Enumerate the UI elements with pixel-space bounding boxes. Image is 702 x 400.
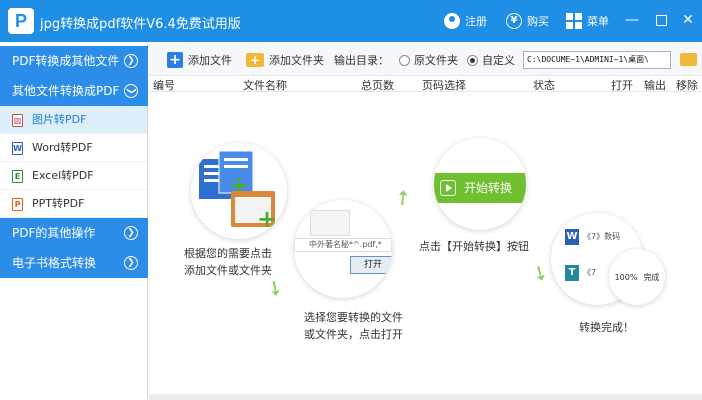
browse-folder-icon[interactable] — [680, 53, 697, 66]
sidebar-item-image-to-pdf[interactable]: ▨ 图片转PDF — [0, 106, 147, 134]
menu-label: 菜单 — [587, 15, 609, 28]
add-file-button[interactable]: + 添加文件 — [167, 50, 232, 70]
grid-menu-icon — [566, 13, 582, 29]
maximize-icon — [655, 14, 667, 26]
step1-illustration: + + — [191, 143, 287, 239]
step4-progress-bubble: 100% 完成 — [609, 249, 665, 305]
step4-caption: 转换完成！ — [579, 321, 634, 334]
title-bar: P jpg转换成pdf软件V6.4免费试用版 注册 ¥ 购买 菜单 — ✕ — [0, 0, 702, 42]
step2-caption-line2: 或文件夹，点击打开 — [304, 328, 403, 341]
text-file-icon: T — [565, 265, 579, 281]
add-folder-icon: + — [246, 53, 264, 67]
arrow-down-right-icon: ➘ — [527, 258, 554, 288]
app-title: jpg转换成pdf软件V6.4免费试用版 — [40, 17, 241, 32]
image-file-icon: ▨ — [12, 114, 23, 127]
sidebar-item-label: PPT转PDF — [32, 197, 85, 210]
buy-button[interactable]: ¥ 购买 — [506, 11, 549, 31]
col-filename: 文件名称 — [243, 79, 287, 92]
output-path-input[interactable]: C:\DOCUME~1\ADMINI~1\桌面\ — [523, 51, 671, 69]
user-icon — [444, 13, 460, 29]
word-file-icon: W — [12, 142, 23, 155]
sidebar-item-label: Excel转PDF — [32, 169, 94, 182]
sidebar-category-other-to-pdf[interactable]: 其他文件转换成PDF ❯ — [0, 76, 148, 106]
step1-caption-line2: 添加文件或文件夹 — [184, 264, 272, 277]
step4-done: 完成 — [643, 272, 660, 282]
sidebar-item-ppt-to-pdf[interactable]: P PPT转PDF — [0, 190, 147, 218]
col-number: 编号 — [153, 79, 175, 92]
arrow-up-right-icon: ➚ — [388, 182, 417, 212]
register-button[interactable]: 注册 — [444, 11, 487, 31]
menu-button[interactable]: 菜单 — [566, 11, 609, 31]
step3-start-button: 开始转换 — [434, 173, 526, 203]
add-folder-button[interactable]: + 添加文件夹 — [246, 50, 324, 70]
register-label: 注册 — [465, 15, 487, 28]
sidebar-item-excel-to-pdf[interactable]: E Excel转PDF — [0, 162, 147, 190]
col-open: 打开 — [611, 79, 633, 92]
col-page-select: 页码选择 — [422, 79, 466, 92]
radio-original-folder[interactable]: 原文件夹 — [399, 50, 458, 70]
minimize-button[interactable]: — — [622, 10, 642, 30]
col-total-pages: 总页数 — [361, 79, 394, 92]
buy-label: 购买 — [527, 15, 549, 28]
sidebar-category-ebook[interactable]: 电子书格式转换 ❯ — [0, 248, 148, 278]
add-folder-label: 添加文件夹 — [269, 54, 324, 67]
file-table-header: 编号 文件名称 总页数 页码选择 状态 打开 输出 移除 — [149, 76, 702, 92]
radio-selected-icon — [467, 54, 478, 66]
svg-text:+: + — [257, 205, 277, 233]
step4-row1: 《7》数码 — [583, 232, 621, 241]
play-icon — [440, 180, 456, 196]
excel-file-icon: E — [12, 170, 23, 183]
file-list-thumbnail — [310, 210, 350, 236]
output-dir-label: 输出目录： — [334, 54, 389, 67]
sidebar-category-label: 其他文件转换成PDF — [12, 84, 120, 98]
sidebar-category-label: PDF转换成其他文件 — [12, 54, 120, 68]
radio-custom[interactable]: 自定义 — [467, 50, 515, 70]
chevron-right-icon: ❯ — [124, 54, 138, 68]
col-remove: 移除 — [676, 79, 698, 92]
ppt-file-icon: P — [12, 198, 23, 211]
sidebar-item-word-to-pdf[interactable]: W Word转PDF — [0, 134, 147, 162]
add-file-icon: + — [167, 52, 183, 68]
add-files-illustration-icon: + + — [199, 150, 277, 233]
radio-icon — [399, 54, 410, 66]
sidebar-item-label: Word转PDF — [32, 141, 93, 154]
step3-illustration: 开始转换 — [434, 138, 526, 230]
radio-original-label: 原文件夹 — [414, 54, 458, 67]
sidebar-item-label: 图片转PDF — [32, 113, 87, 126]
col-status: 状态 — [533, 79, 555, 92]
step3-start-label: 开始转换 — [464, 181, 513, 195]
step1-caption-line1: 根据您的需要点击 — [184, 247, 272, 260]
word-file-icon: W — [565, 229, 579, 245]
chevron-right-icon: ❯ — [124, 256, 138, 270]
chevron-right-icon: ❯ — [124, 226, 138, 240]
horizontal-scrollbar[interactable] — [149, 394, 702, 400]
step2-filename: 中外著名秘*^.pdf,* — [294, 238, 392, 252]
close-button[interactable]: ✕ — [678, 10, 698, 30]
radio-custom-label: 自定义 — [482, 54, 515, 67]
toolbar: + 添加文件 + 添加文件夹 输出目录： 原文件夹 自定义 C:\DOCUME~… — [149, 42, 702, 76]
sidebar-category-pdf-to-other[interactable]: PDF转换成其他文件 ❯ — [0, 46, 148, 76]
step4-percent: 100% — [614, 272, 638, 282]
step2-open-button: 打开 — [350, 256, 392, 274]
step4-row2: 《7 — [583, 268, 597, 277]
app-logo: P — [8, 8, 34, 34]
step3-caption: 点击【开始转换】按钮 — [419, 240, 529, 253]
step2-caption-line1: 选择您要转换的文件 — [304, 311, 403, 324]
sidebar: PDF转换成其他文件 ❯ 其他文件转换成PDF ❯ ▨ 图片转PDF W Wor… — [0, 42, 148, 400]
chevron-down-icon: ❯ — [124, 84, 138, 98]
maximize-button[interactable] — [651, 10, 671, 30]
yen-icon: ¥ — [506, 13, 522, 29]
add-file-label: 添加文件 — [188, 54, 232, 67]
sidebar-category-label: PDF的其他操作 — [12, 226, 96, 240]
sidebar-category-pdf-other-ops[interactable]: PDF的其他操作 ❯ — [0, 218, 148, 248]
sidebar-category-label: 电子书格式转换 — [12, 256, 97, 270]
col-output: 输出 — [644, 79, 666, 92]
step2-illustration: 中外著名秘*^.pdf,* 打开 — [294, 200, 392, 298]
file-list-area[interactable]: + + 根据您的需要点击 添加文件或文件夹 ➘ 中外著名秘*^.pdf,* 打开… — [149, 93, 702, 400]
